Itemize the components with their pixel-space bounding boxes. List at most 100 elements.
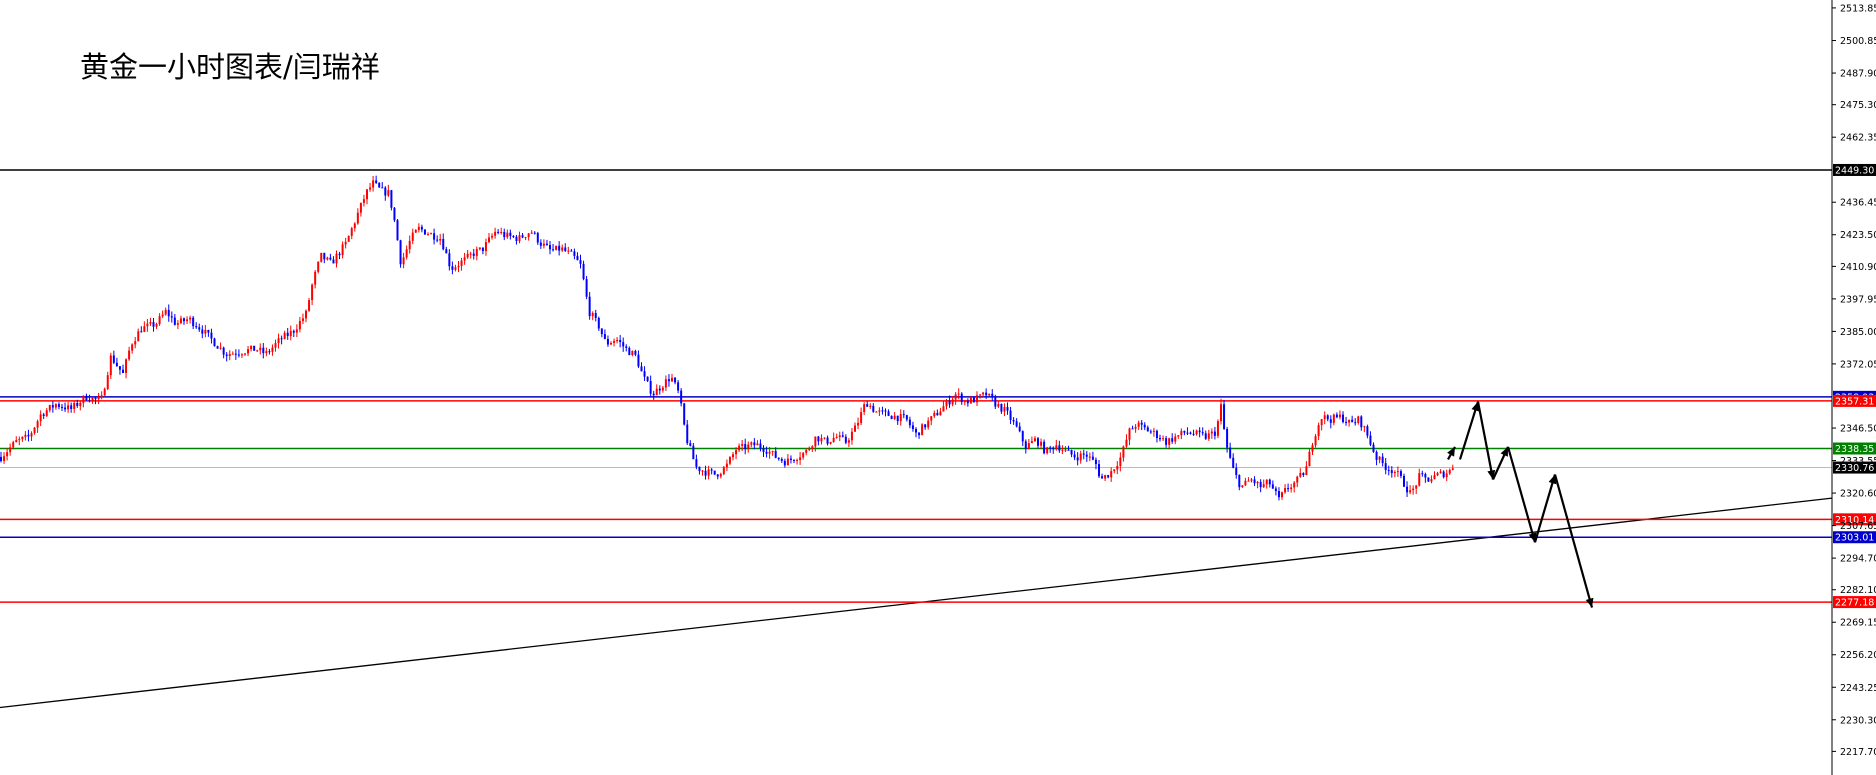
candle-body [1168,438,1171,445]
y-tick-label: 2217.70 [1840,747,1876,758]
candle-body [57,404,60,407]
candle-body [521,235,524,238]
candle-body [1024,441,1027,449]
candle-body [1012,419,1015,422]
candle-body [344,241,347,245]
candle-body [924,424,927,428]
candle-body [713,470,716,475]
candle-body [76,403,79,406]
candle-body [622,342,625,347]
candle-body [896,415,899,422]
candle-body [54,404,57,408]
candle-body [1174,436,1177,442]
candle-body [710,469,713,471]
candle-body [591,313,594,317]
candle-body [36,421,39,428]
candle-body [991,393,994,398]
candle-body [588,296,591,317]
candle-body [1314,436,1317,446]
candle-body [45,410,48,416]
candle-body [1006,407,1009,411]
candle-body [826,437,829,444]
candle-body [658,388,661,391]
candle-body [536,232,539,243]
candle-body [393,207,396,221]
candle-body [1076,457,1079,461]
candle-body [271,347,274,352]
candle-body [1421,473,1424,475]
candle-body [786,458,789,466]
candle-body [253,345,256,351]
candle-body [677,382,680,391]
candle-body [1098,464,1100,477]
level-tag-label: 2338.35 [1835,444,1874,455]
candle-body [552,249,555,251]
candle-body [1430,479,1433,482]
candle-body [289,330,292,336]
candle-body [759,443,762,449]
candle-body [1107,475,1110,478]
candle-body [921,424,924,436]
candle-body [649,381,652,394]
candle-body [100,395,103,398]
candle-body [176,323,179,325]
candle-body [1390,470,1393,474]
candle-body [387,190,390,196]
candle-body [1293,482,1296,488]
candle-body [613,340,616,343]
price-axis[interactable]: 2513.85 2500.85 2487.90 2475.30 2462.35 2436.… [1831,0,1876,775]
candle-body [915,428,917,433]
candle-body [805,449,808,453]
candle-body [640,366,643,372]
candle-body [1104,475,1107,479]
candle-body [295,329,298,333]
candle-body [372,180,375,188]
candle-body [88,400,91,402]
candle-body [985,392,988,396]
candle-body [542,243,545,246]
chart-canvas[interactable]: 2449.302358.932357.312338.352330.762310.… [0,0,1876,775]
candle-body [1305,466,1308,476]
candle-body [311,284,314,301]
candle-body [118,366,121,370]
candle-body [6,452,9,457]
candle-body [1058,445,1061,451]
candle-body [799,457,802,461]
candle-body [619,339,622,343]
candle-body [1308,451,1311,467]
candle-body [1250,479,1253,481]
candle-body [945,400,948,407]
projection-arrow [1533,474,1557,543]
candle-body [1027,443,1030,449]
candle-body [1381,456,1384,464]
candle-body [893,415,896,420]
candle-body [902,414,905,416]
y-tick-label: 2487.90 [1840,69,1876,80]
candle-body [539,242,542,246]
candle-body [457,265,460,268]
candle-body [1040,441,1043,446]
candle-body [1082,453,1085,455]
candle-body [1137,422,1140,427]
candle-body [1046,447,1049,454]
candle-body [844,436,847,443]
candle-body [533,232,536,234]
candle-body [1128,428,1131,440]
level-tag-label: 2303.01 [1835,533,1874,544]
candle-body [1140,422,1143,425]
candle-body [1018,426,1021,432]
candle-body [475,249,478,256]
candle-body [247,349,250,354]
candle-body [1043,441,1046,454]
candle-body [51,405,54,408]
candle-body [802,452,805,458]
candle-body [115,362,118,367]
candle-body [1259,481,1262,488]
candle-body [1396,471,1399,473]
candle-body [1177,435,1180,437]
candle-body [301,318,304,321]
candle-body [408,240,411,250]
candle-body [256,350,259,352]
candle-body [381,187,384,189]
candle-body [1033,438,1036,442]
